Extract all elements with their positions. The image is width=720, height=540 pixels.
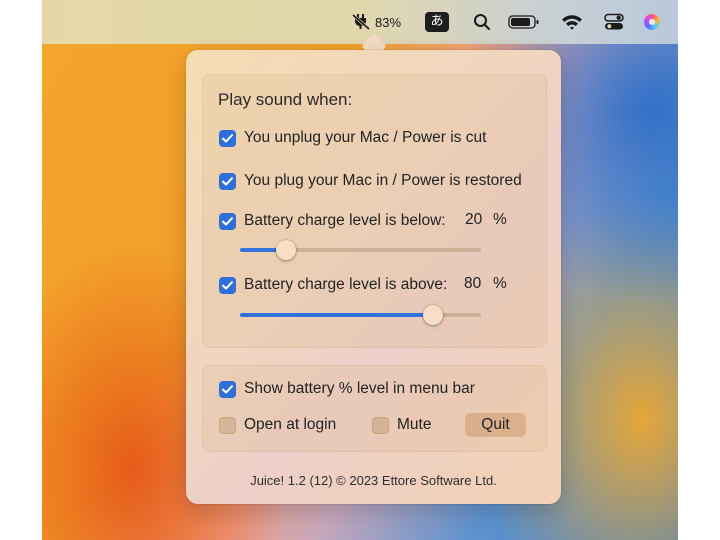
setting-open-at-login-label: Open at login: [244, 416, 337, 433]
siri-icon[interactable]: [640, 0, 664, 44]
search-icon[interactable]: [470, 0, 494, 44]
option-above[interactable]: Battery charge level is above:: [219, 276, 447, 294]
option-unplug[interactable]: You unplug your Mac / Power is cut: [219, 129, 486, 147]
setting-open-at-login[interactable]: Open at login: [219, 416, 336, 434]
section-title: Play sound when:: [218, 90, 353, 109]
above-value[interactable]: 80: [464, 275, 481, 293]
quit-button[interactable]: Quit: [465, 413, 526, 437]
option-below[interactable]: Battery charge level is below:: [219, 212, 446, 230]
below-unit: %: [493, 211, 507, 228]
menu-bar: 83% あ: [42, 0, 678, 44]
setting-show-percent[interactable]: Show battery % level in menu bar: [219, 380, 475, 398]
general-settings-group: [202, 365, 547, 452]
setting-mute-label: Mute: [397, 416, 432, 433]
checkbox-unplug[interactable]: [219, 129, 236, 147]
input-source-label: あ: [425, 12, 449, 32]
wifi-icon[interactable]: [560, 0, 584, 44]
above-unit: %: [493, 275, 507, 292]
slider-knob[interactable]: [276, 240, 296, 260]
input-source-icon[interactable]: あ: [425, 0, 449, 44]
option-plug-in[interactable]: You plug your Mac in / Power is restored: [219, 172, 522, 190]
option-unplug-label: You unplug your Mac / Power is cut: [244, 129, 487, 146]
option-above-label: Battery charge level is above:: [244, 276, 448, 293]
battery-percent-text: 83%: [374, 14, 402, 30]
above-slider[interactable]: [240, 303, 481, 327]
option-plug-in-label: You plug your Mac in / Power is restored: [244, 172, 522, 189]
slider-knob[interactable]: [423, 305, 443, 325]
setting-show-percent-label: Show battery % level in menu bar: [244, 380, 475, 397]
footer-version: Juice! 1.2 (12) © 2023 Ettore Software L…: [250, 473, 497, 488]
option-below-label: Battery charge level is below:: [244, 212, 446, 229]
below-value[interactable]: 20: [465, 211, 482, 229]
control-center-icon[interactable]: [602, 0, 626, 44]
checkbox-above[interactable]: [219, 276, 236, 294]
below-slider[interactable]: [240, 238, 481, 262]
charging-plug-icon: [351, 12, 371, 33]
checkbox-show-percent[interactable]: [219, 380, 236, 398]
battery-icon[interactable]: [508, 0, 540, 44]
checkbox-below[interactable]: [219, 212, 236, 230]
slider-fill: [240, 313, 433, 317]
checkbox-open-at-login[interactable]: [219, 416, 236, 434]
checkbox-mute[interactable]: [372, 416, 389, 434]
checkbox-plug-in[interactable]: [219, 172, 236, 190]
juice-popover: Play sound when: You unplug your Mac / P…: [186, 50, 561, 504]
setting-mute[interactable]: Mute: [372, 416, 431, 434]
